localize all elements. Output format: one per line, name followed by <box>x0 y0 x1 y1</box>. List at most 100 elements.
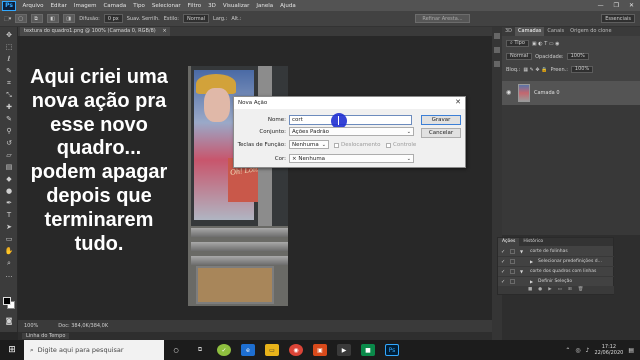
teclas-select[interactable]: Nenhuma ⌄ <box>289 140 329 149</box>
controle-checkbox[interactable]: Controle <box>386 142 416 148</box>
action-row[interactable]: ✓ ▼ corte dos quadros com linhas <box>498 267 614 277</box>
check-icon[interactable]: ✓ <box>501 267 505 276</box>
opacidade-input[interactable]: 100% <box>566 53 589 60</box>
taskbar-search[interactable]: ⌕ Digite aqui para pesquisar <box>24 340 164 360</box>
task-switch-icon[interactable]: ⧉ <box>193 344 207 356</box>
menu-imagem[interactable]: Imagem <box>70 3 100 9</box>
file-explorer-icon[interactable]: ▭ <box>265 344 279 356</box>
dialog-toggle-icon[interactable] <box>510 249 515 254</box>
menu-filtro[interactable]: Filtro <box>184 3 204 9</box>
refinar-aresta-button[interactable]: Refinar Aresta... <box>415 14 470 23</box>
close-tab-icon[interactable]: × <box>163 27 167 36</box>
type-icon[interactable]: T <box>4 211 14 219</box>
task-view-icon[interactable]: ○ <box>169 344 183 356</box>
tab-camadas[interactable]: Camadas <box>515 27 545 36</box>
tab-canais[interactable]: Canais <box>544 27 567 36</box>
gradient-icon[interactable]: ▤ <box>4 163 14 171</box>
pen-icon[interactable]: ✒ <box>4 199 14 207</box>
quick-mask-icon[interactable]: ◙ <box>4 317 14 325</box>
stop-icon[interactable]: ■ <box>528 286 532 294</box>
quick-select-icon[interactable]: ✎ <box>4 67 14 75</box>
timeline-panel-tab[interactable]: Linha do Tempo <box>18 332 492 340</box>
record-icon[interactable]: ● <box>538 286 542 294</box>
layer-row[interactable]: ◉ Camada 0 <box>502 81 640 105</box>
new-selection-icon[interactable]: ▢ <box>15 14 28 23</box>
cancelar-button[interactable]: Cancelar <box>421 128 461 138</box>
foreground-color-swatch[interactable] <box>3 297 11 305</box>
marquee-tool-icon[interactable]: ⬚▾ <box>4 16 11 22</box>
deslocamento-checkbox[interactable]: Deslocamento <box>334 142 381 148</box>
menu-ajuda[interactable]: Ajuda <box>277 3 300 9</box>
lasso-icon[interactable]: ℓ <box>4 55 14 63</box>
shape-icon[interactable]: ▭ <box>4 235 14 243</box>
panel-toggle-icon[interactable] <box>494 33 500 39</box>
panel-toggle-icon[interactable] <box>494 47 500 53</box>
hand-icon[interactable]: ✋ <box>4 247 14 255</box>
intersect-selection-icon[interactable]: ◨ <box>63 14 76 23</box>
nome-input[interactable]: cort <box>289 115 412 125</box>
app-icon[interactable]: ✓ <box>217 344 231 356</box>
conjunto-select[interactable]: Ações Padrão ⌄ <box>289 127 414 136</box>
document-tab[interactable]: textura do quadro1.png @ 100% (Camada 0,… <box>20 27 170 36</box>
eye-icon[interactable]: ◉ <box>506 89 511 96</box>
folder-icon[interactable]: ▭ <box>558 286 562 294</box>
close-icon[interactable]: ✕ <box>629 2 634 9</box>
minimize-icon[interactable]: — <box>598 2 604 9</box>
play-icon[interactable]: ▶ <box>548 286 551 294</box>
dialog-close-icon[interactable]: ✕ <box>455 98 461 106</box>
volume-icon[interactable]: ♪ <box>586 347 590 354</box>
app-icon[interactable]: ■ <box>361 344 375 356</box>
subtract-selection-icon[interactable]: ◧ <box>47 14 60 23</box>
tab-acoes[interactable]: Ações <box>498 238 520 246</box>
history-brush-icon[interactable]: ↺ <box>4 139 14 147</box>
marquee-icon[interactable]: ⬚ <box>4 43 14 51</box>
move-tool-icon[interactable]: ✥ <box>4 31 14 39</box>
menu-visualizar[interactable]: Visualizar <box>219 3 252 9</box>
check-icon[interactable]: ✓ <box>501 257 505 266</box>
dialog-toggle-icon[interactable] <box>510 259 515 264</box>
crop-icon[interactable]: ⌗ <box>4 79 14 87</box>
panel-toggle-icon[interactable] <box>494 61 500 67</box>
blend-mode-select[interactable]: Normal <box>506 53 533 60</box>
tab-3d[interactable]: 3D <box>502 27 515 36</box>
difusao-input[interactable]: 0 px <box>103 14 123 23</box>
menu-camada[interactable]: Camada <box>100 3 130 9</box>
layer-name[interactable]: Camada 0 <box>534 90 560 96</box>
clock[interactable]: 17:12 22/06/2020 <box>595 344 624 356</box>
new-action-icon[interactable]: ⊞ <box>568 286 572 294</box>
notification-icon[interactable]: ▤ <box>628 347 634 354</box>
check-icon[interactable]: ✓ <box>501 247 505 256</box>
menu-tipo[interactable]: Tipo <box>130 3 149 9</box>
gravar-button[interactable]: Gravar <box>421 115 461 125</box>
network-icon[interactable]: ◎ <box>575 347 580 354</box>
tab-origem-do-clone[interactable]: Origem do clone <box>567 27 614 36</box>
photoshop-taskbar-icon[interactable]: Ps <box>385 344 399 356</box>
menu-janela[interactable]: Janela <box>253 3 277 9</box>
path-select-icon[interactable]: ➤ <box>4 223 14 231</box>
dodge-icon[interactable]: ● <box>4 187 14 195</box>
more-tools-icon[interactable]: … <box>4 271 14 279</box>
windows-start-icon[interactable]: ⊞ <box>0 345 24 355</box>
menu-3d[interactable]: 3D <box>205 3 220 9</box>
eraser-icon[interactable]: ▱ <box>4 151 14 159</box>
filter-kind-select[interactable]: ⌕ Tipo <box>506 40 529 47</box>
trash-icon[interactable]: 🗑 <box>578 286 584 294</box>
workspace-select[interactable]: Essenciais <box>601 14 635 23</box>
edge-icon[interactable]: e <box>241 344 255 356</box>
suav-serrilh-checkbox[interactable]: Suav. Serrilh. <box>127 16 160 22</box>
maximize-icon[interactable]: ❐ <box>614 2 619 9</box>
zoom-level[interactable]: 100% <box>24 323 38 329</box>
zoom-icon[interactable]: ⌕ <box>4 259 14 267</box>
menu-editar[interactable]: Editar <box>47 3 70 9</box>
tab-historico[interactable]: Histórico <box>519 238 547 246</box>
estilo-select[interactable]: Normal <box>182 14 210 23</box>
dialog-toggle-icon[interactable] <box>510 269 515 274</box>
clone-stamp-icon[interactable]: ⚲ <box>4 127 14 135</box>
eyedropper-icon[interactable]: ⤡ <box>4 91 14 99</box>
add-selection-icon[interactable]: ⧉ <box>31 14 44 23</box>
healing-brush-icon[interactable]: ✚ <box>4 103 14 111</box>
preench-input[interactable]: 100% <box>570 66 594 73</box>
canvas-area[interactable]: Aqui criei uma nova ação pra esse novo q… <box>18 36 492 320</box>
dialog-toggle-icon[interactable] <box>510 279 515 284</box>
lock-icons[interactable]: ▦ ✎ ✥ 🔒 <box>523 67 547 73</box>
